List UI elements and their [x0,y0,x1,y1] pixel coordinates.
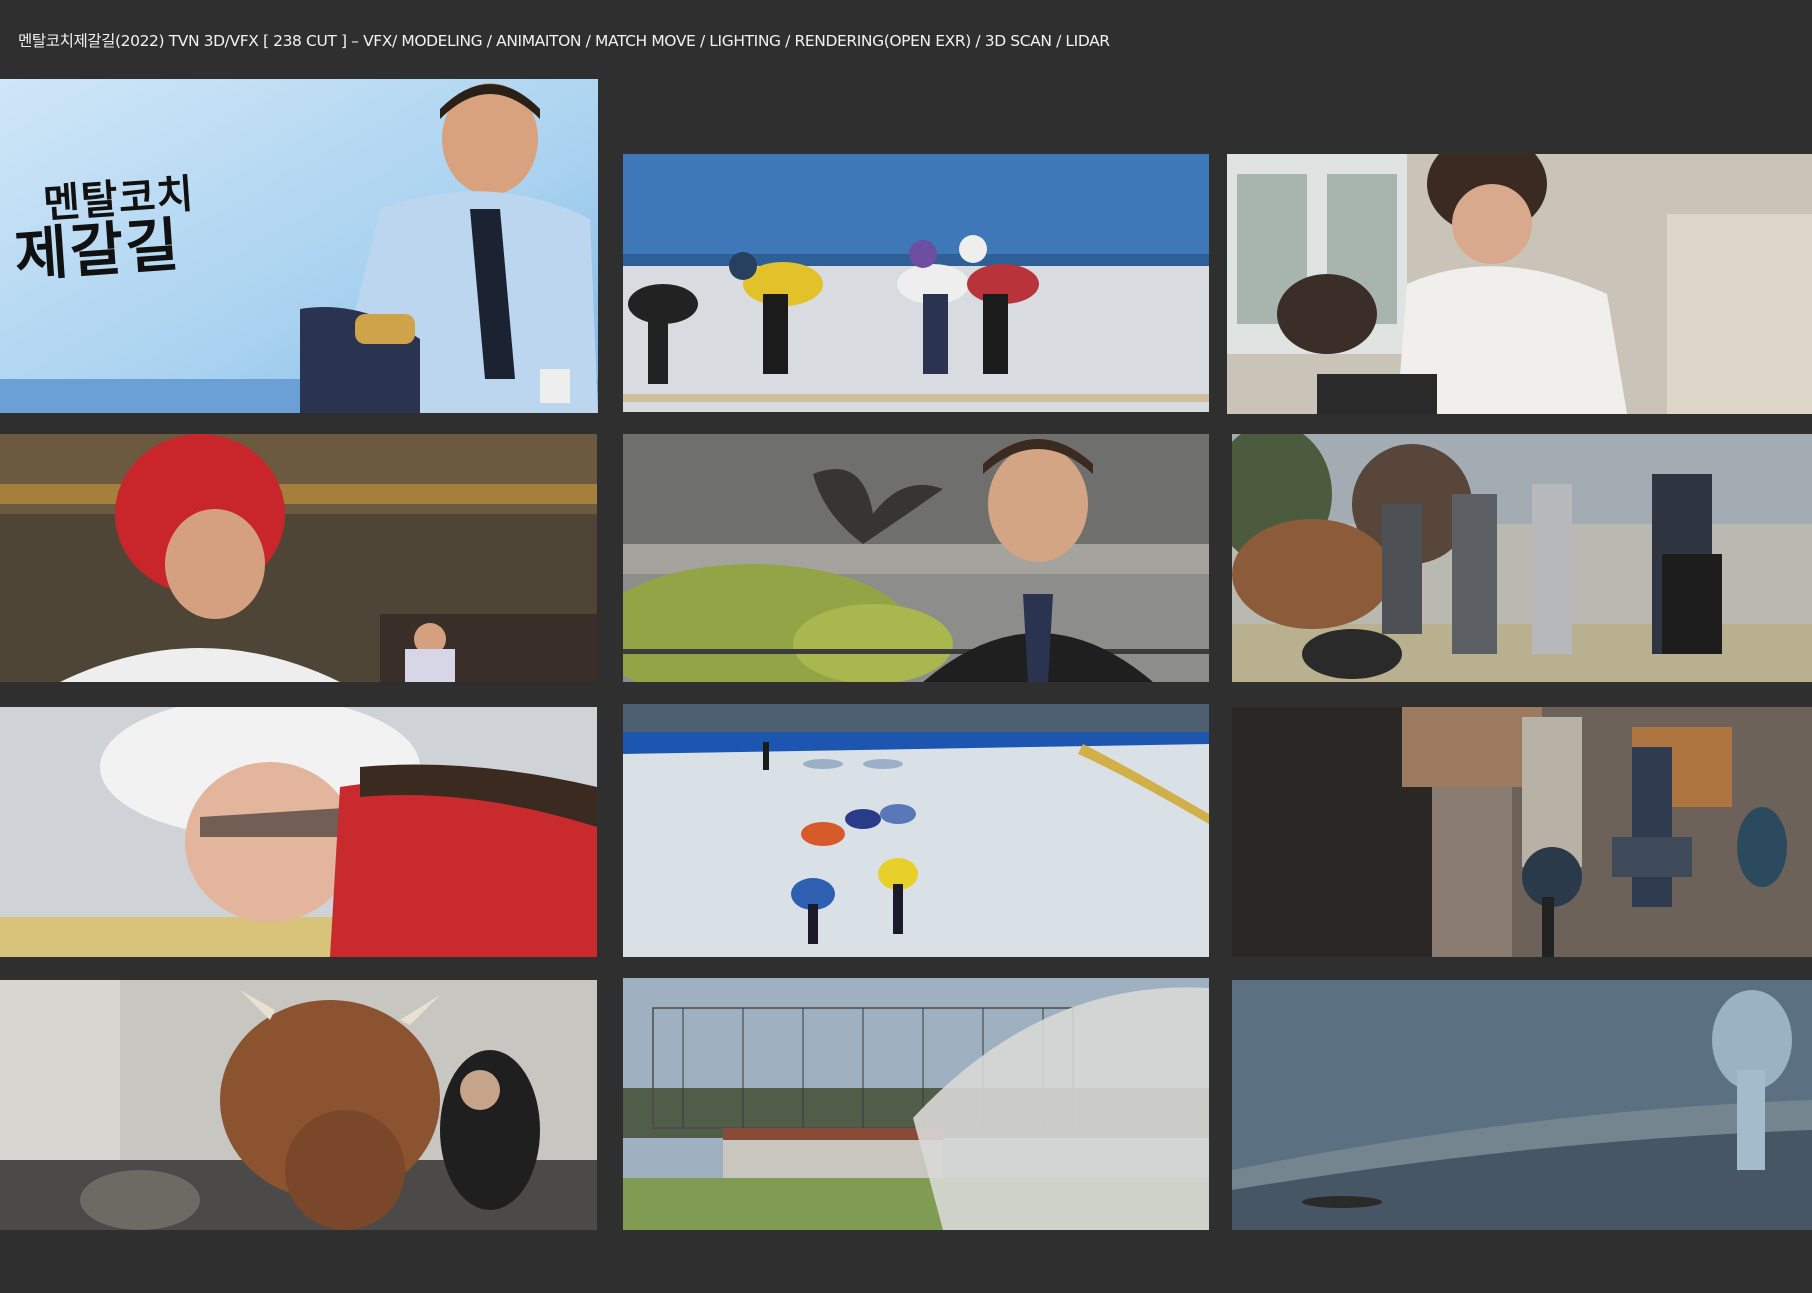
frame-taekwondo [0,434,597,682]
skaters-rink-image [623,154,1209,412]
doctor-office-image [1227,154,1812,414]
frame-skaters-rink [623,154,1209,412]
frame-bull-chaos [1232,434,1812,682]
frame-skater-closeup [0,707,597,957]
poster-title-line2: 제갈길 [12,210,183,290]
taekwondo-image [0,434,597,682]
frame-poster: 멘탈코치 제갈길 [0,79,598,413]
bull-chaos-image [1232,434,1812,682]
frame-rink-overhead [623,704,1209,957]
office-night-image [1232,707,1812,957]
rink-overhead-image [623,704,1209,957]
stadium-net-image [623,978,1209,1230]
bird-man-image [623,434,1209,682]
skater-closeup-image [0,707,597,957]
frame-office-night [1232,707,1812,957]
frame-stadium-net [623,978,1209,1230]
frame-doctor-office [1227,154,1812,414]
poster-title: 멘탈코치 제갈길 [10,170,200,290]
frame-bull-close [0,980,597,1230]
frame-night-street [1232,980,1812,1230]
page-header-title: 멘탈코치제갈길(2022) TVN 3D/VFX [ 238 CUT ] – V… [18,32,1110,50]
night-street-image [1232,980,1812,1230]
frame-bird-man [623,434,1209,682]
bull-close-image [0,980,597,1230]
